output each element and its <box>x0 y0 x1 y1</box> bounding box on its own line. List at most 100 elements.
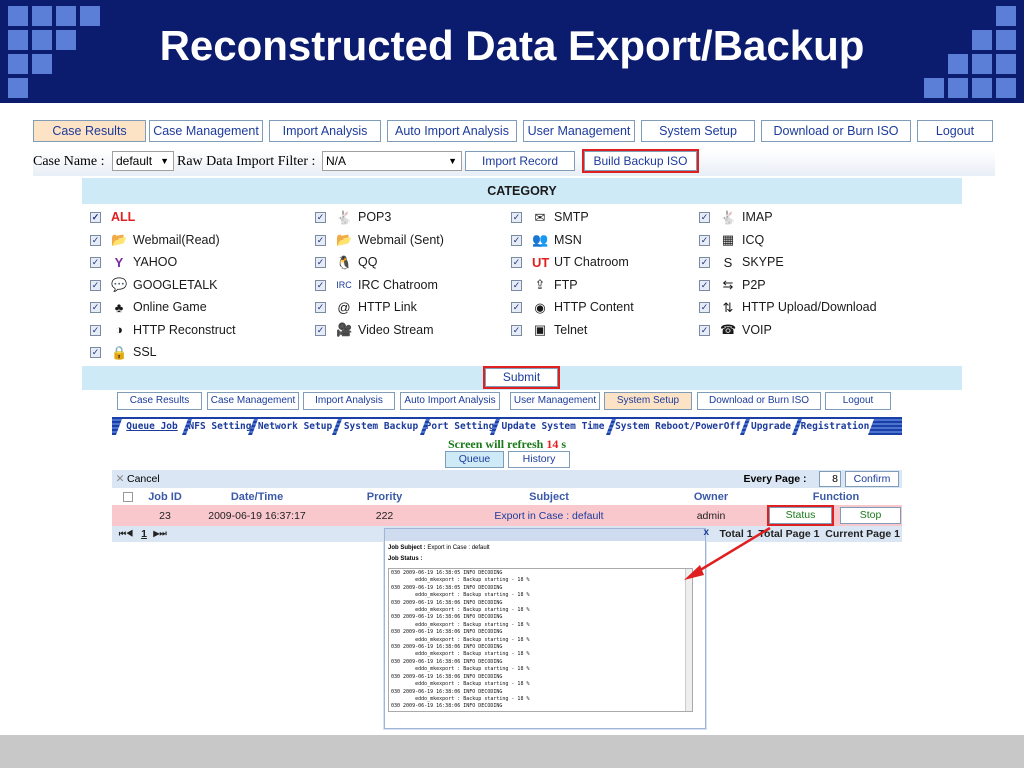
category-checkbox[interactable]: ✓ <box>511 212 522 224</box>
job-log-textarea[interactable]: 030 2009-06-19 16:38:05 INFO DECODING ed… <box>388 568 693 712</box>
submit-row: Submit <box>82 366 962 390</box>
category-label: UT Chatroom <box>554 255 629 269</box>
online-game-icon: ♣ <box>114 299 124 315</box>
nav-inner-auto-import[interactable]: Auto Import Analysis <box>400 392 500 410</box>
category-checkbox[interactable]: ✓ <box>699 324 710 336</box>
tab-queue-job[interactable]: Queue Job <box>116 419 188 435</box>
category-label: VOIP <box>742 322 772 337</box>
log-line: eddo_mkexport : Backup starting - 18 % <box>391 621 530 628</box>
pager-prev-icon[interactable]: ⏮◀ <box>116 526 136 542</box>
cell-job-id: 23 <box>159 509 171 522</box>
category-checkbox[interactable]: ✓ <box>90 279 101 291</box>
category-checkbox[interactable]: ✓ <box>511 279 522 291</box>
col-subject: Subject <box>529 490 569 503</box>
nav-inner-case-results[interactable]: Case Results <box>117 392 202 410</box>
category-checkbox[interactable]: ✓ <box>511 257 522 269</box>
category-checkbox[interactable]: ✓ <box>90 302 101 314</box>
pop3-icon: 🐇 <box>336 209 353 225</box>
category-label: Webmail(Read) <box>133 232 220 247</box>
nav-logout[interactable]: Logout <box>917 120 993 142</box>
category-checkbox[interactable]: ✓ <box>315 324 326 336</box>
pager-next-icon[interactable]: ▶⏭ <box>150 526 170 542</box>
case-name-label: Case Name : <box>33 154 105 169</box>
category-item: ✓ ▣ Telnet <box>511 320 587 340</box>
nav-user-management[interactable]: User Management <box>523 120 635 142</box>
pager-page[interactable]: 1 <box>139 526 149 542</box>
category-checkbox[interactable]: ✓ <box>511 324 522 336</box>
decor-square <box>8 78 28 98</box>
nav-case-results[interactable]: Case Results <box>33 120 146 142</box>
category-label: SSL <box>133 345 157 359</box>
nav-import-analysis[interactable]: Import Analysis <box>269 120 381 142</box>
nav-inner-logout[interactable]: Logout <box>825 392 891 410</box>
tab-network-setup[interactable]: Network Setup <box>252 419 338 435</box>
category-checkbox[interactable]: ✓ <box>699 302 710 314</box>
case-name-select[interactable]: default ▼ <box>112 151 174 171</box>
http-upload-icon: ⇅ <box>722 299 734 315</box>
irc-icon: IRC <box>336 280 352 291</box>
confirm-button[interactable]: Confirm <box>845 471 899 487</box>
nav-case-management[interactable]: Case Management <box>149 120 263 142</box>
tab-update-system-time[interactable]: Update System Time <box>494 419 612 435</box>
select-all-checkbox[interactable] <box>123 491 133 502</box>
nav-inner-system-setup[interactable]: System Setup <box>604 392 692 410</box>
category-item: ✓ @ HTTP Link <box>315 297 417 317</box>
col-datetime: Date/Time <box>230 490 284 503</box>
category-label: HTTP Reconstruct <box>133 322 236 337</box>
category-checkbox[interactable]: ✓ <box>315 302 326 314</box>
category-checkbox[interactable]: ✓ <box>90 212 101 224</box>
build-backup-iso-button[interactable]: Build Backup ISO <box>582 149 699 173</box>
category-checkbox[interactable]: ✓ <box>90 347 101 359</box>
tab-nfs-setting[interactable]: NFS Setting <box>186 419 254 435</box>
nav-inner-case-management[interactable]: Case Management <box>207 392 299 410</box>
tab-system-backup[interactable]: System Backup <box>336 419 426 435</box>
tab-upgrade[interactable]: Upgrade <box>744 419 798 435</box>
category-checkbox[interactable]: ✓ <box>699 279 710 291</box>
stop-button[interactable]: Stop <box>840 507 901 524</box>
tab-registration[interactable]: Registration <box>796 419 874 435</box>
nav-inner-download-iso[interactable]: Download or Burn ISO <box>697 392 821 410</box>
nav-inner-user-management[interactable]: User Management <box>510 392 600 410</box>
tab-system-reboot[interactable]: System Reboot/PowerOff <box>610 419 746 435</box>
log-scrollbar[interactable] <box>685 569 692 711</box>
log-line: eddo_mkexport : Backup starting - 18 % <box>391 651 530 658</box>
cancel-link[interactable]: Cancel <box>127 470 167 488</box>
submit-button[interactable]: Submit <box>483 366 560 389</box>
nav-download-burn-iso[interactable]: Download or Burn ISO <box>761 120 911 142</box>
import-record-button[interactable]: Import Record <box>465 151 575 171</box>
cell-subject[interactable]: Export in Case : default <box>472 505 626 526</box>
category-checkbox[interactable]: ✓ <box>315 212 326 224</box>
filter-select[interactable]: N/A ▼ <box>322 151 462 171</box>
log-line: 030 2009-06-19 16:38:06 INFO DECODING <box>391 614 503 621</box>
history-tab[interactable]: History <box>508 451 570 468</box>
category-checkbox[interactable]: ✓ <box>699 234 710 246</box>
every-page-input[interactable]: 8 <box>819 471 841 487</box>
category-label: ICQ <box>742 232 765 247</box>
refresh-notice: Screen will refresh 14 s <box>112 437 902 452</box>
category-item: ✓ ✉ SMTP <box>511 207 589 227</box>
nav-inner-import-analysis[interactable]: Import Analysis <box>303 392 395 410</box>
category-checkbox[interactable]: ✓ <box>315 234 326 246</box>
category-checkbox[interactable]: ✓ <box>699 257 710 269</box>
nav-system-setup[interactable]: System Setup <box>641 120 755 142</box>
category-checkbox[interactable]: ✓ <box>315 257 326 269</box>
category-checkbox[interactable]: ✓ <box>699 212 710 224</box>
category-item: ✓ ⇅ HTTP Upload/Download <box>699 297 877 317</box>
category-checkbox[interactable]: ✓ <box>511 302 522 314</box>
queue-tab[interactable]: Queue <box>445 451 504 468</box>
cancel-icon[interactable]: ✕ <box>114 470 126 488</box>
category-item: ✓ 📂 Webmail(Read) <box>90 230 220 250</box>
log-line: eddo_mkexport : Backup starting - 18 % <box>391 695 530 702</box>
popup-titlebar[interactable]: x <box>385 527 709 541</box>
popup-subject-label: Job Subject : <box>388 545 426 551</box>
nav-auto-import-analysis[interactable]: Auto Import Analysis <box>387 120 517 142</box>
slide-footer <box>0 735 1024 768</box>
category-checkbox[interactable]: ✓ <box>511 234 522 246</box>
category-checkbox[interactable]: ✓ <box>90 257 101 269</box>
category-checkbox[interactable]: ✓ <box>90 234 101 246</box>
decor-square <box>924 78 944 98</box>
category-checkbox[interactable]: ✓ <box>90 324 101 336</box>
category-checkbox[interactable]: ✓ <box>315 279 326 291</box>
tab-port-setting[interactable]: Port Setting <box>424 419 496 435</box>
category-item: ✓ 👥 MSN <box>511 230 582 250</box>
